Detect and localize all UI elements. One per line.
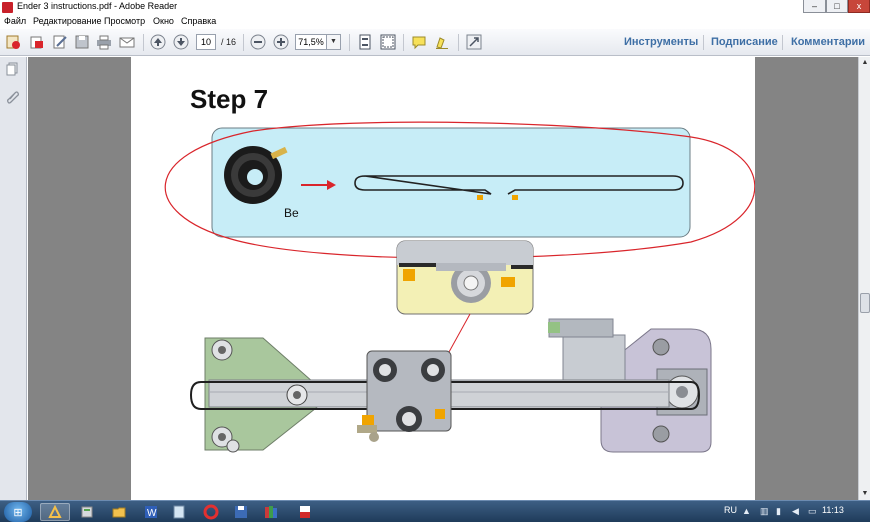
open-icon[interactable] — [28, 33, 46, 51]
page-total: / 16 — [221, 37, 237, 47]
detail-inset-image — [396, 240, 534, 315]
toolbar-separator — [782, 35, 783, 50]
menu-view[interactable]: Просмотр — [104, 16, 145, 26]
page-down-icon[interactable] — [172, 33, 190, 51]
toolbar-separator — [403, 34, 404, 51]
pdf-icon[interactable] — [290, 503, 320, 521]
opera-icon[interactable] — [196, 503, 226, 521]
vertical-scrollbar[interactable]: ▲ ▼ — [858, 57, 870, 500]
folder-icon[interactable] — [104, 503, 134, 521]
belt-clip-right — [512, 195, 518, 200]
document-viewport[interactable]: Step 7 Be — [28, 57, 858, 500]
fullscreen-icon[interactable] — [465, 33, 483, 51]
signal-icon[interactable]: ▮ — [776, 506, 781, 517]
toolbar-separator — [143, 34, 144, 51]
battery-icon[interactable]: ▭ — [808, 506, 817, 517]
minimize-button[interactable]: – — [803, 0, 826, 13]
print-icon[interactable] — [95, 33, 113, 51]
zoom-dropdown-button[interactable]: ▼ — [327, 34, 341, 50]
scroll-thumb[interactable] — [860, 293, 870, 313]
maximize-button[interactable]: □ — [826, 0, 848, 13]
comment-icon[interactable] — [410, 33, 428, 51]
notepad-icon[interactable] — [164, 503, 194, 521]
taskbar: ⊞ W RU ▲ ▥ ▮ ◀ ▭ 11:13 — [0, 500, 870, 522]
belt-label: Be — [284, 206, 299, 220]
books-icon[interactable] — [256, 503, 286, 521]
x-axis-assembly-image — [189, 318, 712, 453]
sign-panel-button[interactable]: Подписание — [711, 36, 778, 48]
fit-page-icon[interactable] — [356, 33, 374, 51]
volume-icon[interactable]: ◀ — [792, 506, 799, 517]
menu-bar: Файл Редактирование Просмотр Окно Справк… — [0, 15, 870, 29]
page-illustration: Step 7 Be — [164, 84, 756, 453]
toolbar-separator — [703, 35, 704, 50]
system-tray: RU ▲ ▥ ▮ ◀ ▭ 11:13 — [718, 501, 870, 523]
menu-window[interactable]: Окно — [153, 16, 174, 26]
flag-icon[interactable]: ▲ — [742, 506, 751, 516]
save-icon[interactable] — [73, 33, 91, 51]
scroll-down-icon[interactable]: ▼ — [859, 488, 870, 500]
scroll-up-icon[interactable]: ▲ — [859, 57, 870, 69]
clock[interactable]: 11:13 — [822, 505, 844, 515]
page-up-icon[interactable] — [149, 33, 167, 51]
close-button[interactable]: x — [848, 0, 870, 13]
page-number-input[interactable]: 10 — [196, 34, 216, 50]
start-button[interactable]: ⊞ — [4, 502, 32, 522]
menu-help[interactable]: Справка — [181, 16, 216, 26]
tools-panel-button[interactable]: Инструменты — [624, 36, 698, 48]
attachments-icon[interactable] — [6, 90, 20, 104]
edit-icon[interactable] — [51, 33, 69, 51]
menu-edit[interactable]: Редактирование — [33, 16, 102, 26]
navigation-panel — [0, 57, 27, 500]
language-indicator[interactable]: RU — [724, 505, 737, 515]
network-icon[interactable]: ▥ — [760, 506, 769, 517]
belt-clip-left — [477, 195, 483, 200]
pdf-page: Step 7 Be — [131, 57, 756, 500]
toolbar-separator — [349, 34, 350, 51]
page-thumbnails-icon[interactable] — [6, 62, 20, 76]
belt-info-box — [211, 127, 691, 238]
zoom-in-icon[interactable] — [272, 33, 290, 51]
title-bar: Ender 3 instructions.pdf - Adobe Reader … — [0, 0, 870, 15]
save-disk-icon[interactable] — [226, 503, 256, 521]
svg-text:W: W — [147, 508, 157, 519]
word-icon[interactable]: W — [136, 503, 166, 521]
toolbar-separator — [458, 34, 459, 51]
menu-file[interactable]: Файл — [4, 16, 26, 26]
reader-icon[interactable] — [40, 503, 70, 521]
fit-width-icon[interactable] — [379, 33, 397, 51]
highlight-icon[interactable] — [433, 33, 451, 51]
zoom-input[interactable]: 71,5% — [295, 34, 327, 50]
window-title: Ender 3 instructions.pdf - Adobe Reader — [17, 1, 178, 11]
comments-panel-button[interactable]: Комментарии — [791, 36, 865, 48]
step-title: Step 7 — [190, 84, 268, 114]
explorer-icon[interactable] — [72, 503, 102, 521]
toolbar-separator — [243, 34, 244, 51]
zoom-out-icon[interactable] — [249, 33, 267, 51]
create-icon[interactable] — [4, 33, 22, 51]
toolbar: 10 / 16 71,5% ▼ Инструменты Подписание К… — [0, 29, 870, 56]
adobe-reader-icon — [2, 2, 13, 13]
email-icon[interactable] — [118, 33, 136, 51]
